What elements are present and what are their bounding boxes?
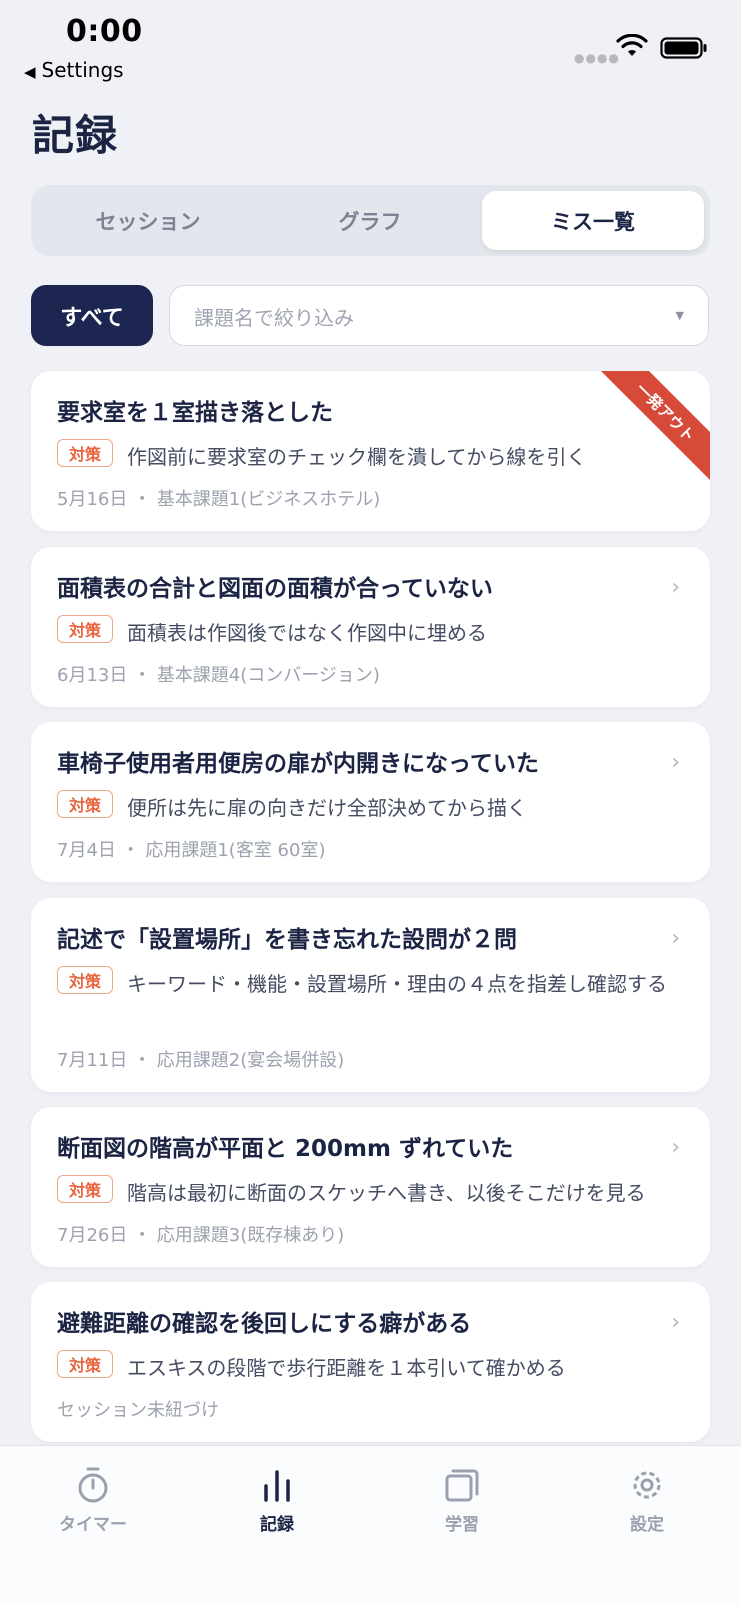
status-time: 0:00	[66, 14, 143, 49]
mistake-meta: 7月26日 ・ 応用課題3(既存棟あり)	[57, 1225, 345, 1246]
segment-session[interactable]: セッション	[37, 191, 259, 250]
measure-tag: 対策	[57, 615, 113, 643]
chevron-right-icon: ›	[671, 1135, 680, 1160]
gear-icon	[633, 1471, 661, 1499]
mistake-meta: セッション未紐づけ	[57, 1400, 219, 1421]
signal-icon: ●●●●	[574, 51, 620, 65]
task-filter-placeholder: 課題名で絞り込み	[194, 306, 354, 330]
tab-timer-label: タイマー	[59, 1515, 127, 1535]
segment-mistakes[interactable]: ミス一覧	[482, 191, 704, 250]
measure-tag: 対策	[57, 966, 113, 994]
mistake-card[interactable]: 要求室を１室描き落とした 対策 作図前に要求室のチェック欄を潰してから線を引く …	[31, 371, 710, 531]
measure-tag: 対策	[57, 790, 113, 818]
filter-all-button[interactable]: すべて	[31, 285, 153, 346]
back-triangle-icon: ◀	[24, 63, 36, 81]
measure-tag: 対策	[57, 1350, 113, 1378]
tab-records-label: 記録	[260, 1515, 294, 1535]
mistake-meta: 5月16日 ・ 基本課題1(ビジネスホテル)	[57, 489, 381, 510]
segment-graph[interactable]: グラフ	[259, 191, 481, 250]
mistake-meta: 6月13日 ・ 基本課題4(コンバージョン)	[57, 665, 380, 686]
back-label: Settings	[41, 58, 124, 82]
mistake-title: 要求室を１室描き落とした	[57, 400, 333, 426]
tab-study-label: 学習	[445, 1515, 479, 1535]
mistake-meta: 7月4日 ・ 応用課題1(客室 60室)	[57, 840, 326, 861]
measure-text: 階高は最初に断面のスケッチへ書き、以後そこだけを見る	[127, 1181, 646, 1205]
chevron-down-icon: ▼	[675, 309, 684, 322]
mistake-card[interactable]: 断面図の階高が平面と 200mm ずれていた 対策 階高は最初に断面のスケッチへ…	[31, 1107, 710, 1267]
mistake-title: 断面図の階高が平面と 200mm ずれていた	[57, 1136, 514, 1162]
mistake-card[interactable]: 面積表の合計と図面の面積が合っていない 対策 面積表は作図後ではなく作図中に埋め…	[31, 547, 710, 707]
mistake-meta: 7月11日 ・ 応用課題2(宴会場併設)	[57, 1050, 345, 1071]
task-filter-select[interactable]: 課題名で絞り込み ▼	[169, 285, 709, 346]
mistake-card[interactable]: 避難距離の確認を後回しにする癖がある 対策 エスキスの段階で歩行距離を１本引いて…	[31, 1282, 710, 1442]
mistake-title: 面積表の合計と図面の面積が合っていない	[57, 576, 493, 602]
mistake-title: 避難距離の確認を後回しにする癖がある	[57, 1311, 472, 1337]
battery-icon	[660, 37, 707, 59]
bar-chart-icon	[264, 1470, 290, 1502]
chevron-right-icon: ›	[671, 1310, 680, 1335]
measure-text: 便所は先に扉の向きだけ全部決めてから描く	[127, 796, 527, 820]
timer-icon	[78, 1467, 108, 1503]
wifi-icon	[616, 34, 648, 56]
view-segmented-control: セッション グラフ ミス一覧	[31, 185, 710, 256]
cards-icon	[445, 1469, 479, 1502]
bottom-tab-bar: タイマー 記録 学習 設定	[0, 1445, 741, 1605]
measure-tag: 対策	[57, 439, 113, 467]
chevron-right-icon: ›	[671, 926, 680, 951]
measure-text: 面積表は作図後ではなく作図中に埋める	[127, 621, 487, 645]
tab-settings-label: 設定	[630, 1515, 664, 1535]
chevron-right-icon: ›	[671, 575, 680, 600]
mistake-title: 車椅子使用者用便房の扉が内開きになっていた	[57, 751, 539, 777]
measure-text: 作図前に要求室のチェック欄を潰してから線を引く	[127, 445, 587, 469]
status-bar: 0:00 ◀ Settings ●●●●	[0, 0, 741, 90]
tab-settings[interactable]: 設定	[587, 1466, 707, 1535]
back-to-settings-link[interactable]: ◀ Settings	[24, 58, 124, 82]
page-title: 記録	[32, 111, 119, 160]
mistake-card[interactable]: 車椅子使用者用便房の扉が内開きになっていた 対策 便所は先に扉の向きだけ全部決め…	[31, 722, 710, 882]
mistake-title: 記述で「設置場所」を書き忘れた設問が２問	[57, 927, 517, 953]
mistake-card[interactable]: 記述で「設置場所」を書き忘れた設問が２問 対策 キーワード・機能・設置場所・理由…	[31, 898, 710, 1092]
tab-timer[interactable]: タイマー	[33, 1466, 153, 1535]
tab-study[interactable]: 学習	[402, 1466, 522, 1535]
chevron-right-icon: ›	[671, 750, 680, 775]
measure-tag: 対策	[57, 1175, 113, 1203]
tab-records[interactable]: 記録	[217, 1466, 337, 1535]
measure-text: エスキスの段階で歩行距離を１本引いて確かめる	[127, 1356, 566, 1380]
measure-text: キーワード・機能・設置場所・理由の４点を指差し確認する	[127, 972, 667, 996]
